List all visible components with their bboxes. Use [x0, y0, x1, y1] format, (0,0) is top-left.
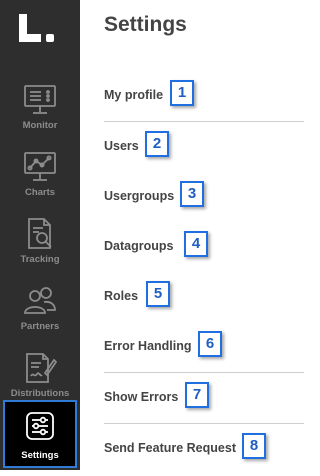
callout-badge: 3: [180, 181, 204, 207]
callout-badge: 8: [242, 433, 266, 459]
menu-item-error-handling[interactable]: Error Handling 6: [104, 324, 304, 374]
sidebar-item-label: Monitor: [22, 120, 58, 131]
menu-item-label: Send Feature Request: [104, 441, 236, 455]
sidebar-item-settings[interactable]: Settings: [0, 400, 80, 468]
menu-item-show-errors[interactable]: Show Errors 7: [104, 375, 304, 425]
monitor-icon: [0, 82, 80, 118]
menu-item-label: Roles: [104, 289, 139, 303]
sidebar-item-label: Partners: [20, 321, 60, 332]
page-title: Settings: [104, 13, 187, 36]
tracking-icon: [0, 216, 80, 252]
menu-item-label: Error Handling: [104, 339, 192, 353]
menu-item-label: Show Errors: [104, 390, 179, 404]
app-logo[interactable]: [14, 12, 54, 46]
sidebar-item-charts[interactable]: Charts: [0, 143, 80, 209]
callout-badge: 7: [185, 382, 209, 408]
sidebar-item-label: Tracking: [20, 254, 60, 265]
callout-badge: 6: [198, 331, 222, 357]
sidebar-item-label: Settings: [21, 450, 59, 461]
menu-item-roles[interactable]: Roles 5: [104, 274, 304, 324]
menu-item-usergroups[interactable]: Usergroups 3: [104, 174, 304, 224]
sidebar-item-label: Charts: [24, 187, 56, 198]
callout-badge: 5: [146, 281, 170, 307]
sidebar-item-partners[interactable]: Partners: [0, 277, 80, 343]
sidebar-item-monitor[interactable]: Monitor: [0, 76, 80, 142]
menu-item-label: Users: [104, 139, 139, 153]
menu-item-label: My profile: [104, 88, 164, 102]
menu-item-my-profile[interactable]: My profile 1: [104, 73, 304, 123]
sidebar-item-tracking[interactable]: Tracking: [0, 210, 80, 276]
menu-item-datagroups[interactable]: Datagroups 4: [104, 224, 304, 274]
chart-icon: [0, 149, 80, 185]
divider: [104, 372, 304, 373]
distributions-icon: [0, 350, 80, 386]
callout-badge: 1: [170, 80, 194, 106]
sidebar: Monitor Charts Tracking Partners Distrib…: [0, 0, 80, 470]
callout-badge: 4: [184, 231, 208, 257]
menu-item-label: Datagroups: [104, 239, 174, 253]
menu-item-send-feature-request[interactable]: Send Feature Request 8: [104, 426, 304, 476]
callout-badge: 2: [145, 131, 169, 157]
settings-icon: [0, 408, 80, 444]
menu-item-label: Usergroups: [104, 189, 175, 203]
sidebar-item-label: Distributions: [10, 388, 70, 399]
partners-icon: [0, 283, 80, 319]
sidebar-item-distributions[interactable]: Distributions: [0, 344, 80, 410]
divider: [104, 121, 304, 122]
divider: [104, 423, 304, 424]
menu-item-users[interactable]: Users 2: [104, 124, 304, 174]
